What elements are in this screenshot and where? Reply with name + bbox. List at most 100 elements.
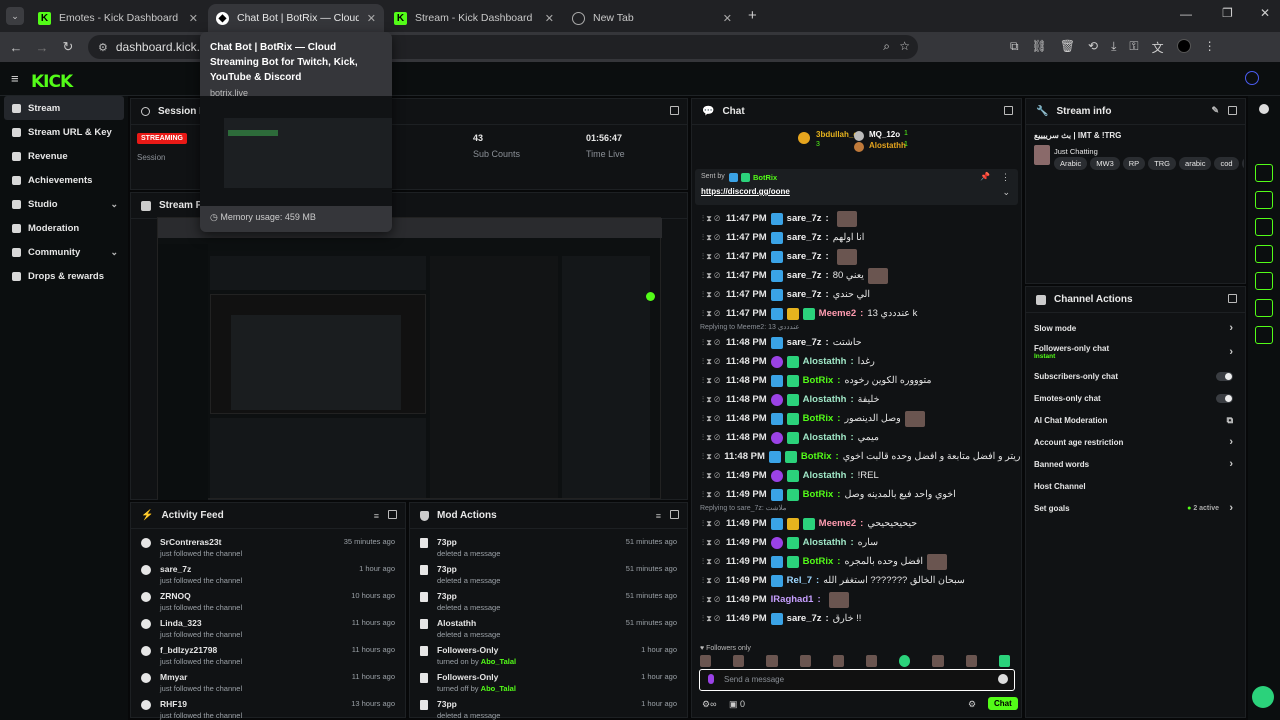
- emote[interactable]: [766, 655, 778, 667]
- message-controls-icon[interactable]: ⫶ ⧗ ⊘: [702, 433, 722, 443]
- pinned-message[interactable]: Sent by BotRix https://discord.gg/oone 📌…: [695, 169, 1018, 205]
- close-tab-icon[interactable]: ✕: [367, 12, 376, 25]
- sidebar-item-achievements[interactable]: Achievements: [0, 168, 128, 192]
- message-username[interactable]: BotRix: [803, 489, 834, 500]
- message-controls-icon[interactable]: ⫶ ⧗ ⊘: [702, 271, 722, 281]
- popout-icon[interactable]: [670, 510, 679, 519]
- feed-username[interactable]: SrContreras23t: [160, 537, 242, 547]
- bookmark-star-icon[interactable]: ☆: [899, 39, 910, 53]
- emote[interactable]: [866, 655, 878, 667]
- feed-username[interactable]: ZRNOQ: [160, 591, 242, 601]
- feed-username[interactable]: 73pp: [437, 564, 500, 574]
- popout-icon[interactable]: [670, 106, 679, 115]
- key-icon[interactable]: ⚿: [1129, 39, 1138, 56]
- bolt-icon[interactable]: [1255, 191, 1273, 209]
- minimize-button[interactable]: —: [1180, 7, 1192, 21]
- feed-username[interactable]: Followers-Only: [437, 672, 516, 682]
- message-controls-icon[interactable]: ⫶ ⧗ ⊘: [702, 614, 722, 624]
- channel-action-account-age-restriction[interactable]: Account age restriction ›: [1026, 431, 1245, 453]
- chat-message[interactable]: ⫶ ⧗ ⊘ 11:48 PM Alostathh: ميمي: [692, 428, 1021, 447]
- chat-message[interactable]: ⫶ ⧗ ⊘ 11:49 PM Alostathh: !REL: [692, 466, 1021, 485]
- channel-action-host-channel[interactable]: Host Channel: [1026, 475, 1245, 497]
- maximize-button[interactable]: ❐: [1222, 6, 1233, 20]
- message-username[interactable]: Alostathh: [803, 356, 847, 367]
- close-tab-icon[interactable]: ✕: [545, 12, 554, 25]
- chat-message[interactable]: ⫶ ⧗ ⊘ 11:47 PM sare_7z: انا اولهم: [692, 228, 1021, 247]
- list-icon[interactable]: [1255, 299, 1273, 317]
- message-controls-icon[interactable]: ⫶ ⧗ ⊘: [702, 214, 722, 224]
- pin-icon[interactable]: 📌: [980, 172, 990, 181]
- close-tab-icon[interactable]: ✕: [189, 12, 198, 25]
- message-username[interactable]: sare_7z: [787, 337, 822, 348]
- sidebar-item-drops-rewards[interactable]: Drops & rewards: [0, 264, 128, 288]
- info-icon[interactable]: [1259, 104, 1269, 114]
- message-username[interactable]: BotRix: [803, 375, 834, 386]
- chat-message[interactable]: ⫶ ⧗ ⊘ 11:48 PM Alostathh: خليفة: [692, 390, 1021, 409]
- by-user[interactable]: Abo_Talal: [481, 657, 516, 666]
- message-controls-icon[interactable]: ⫶ ⧗ ⊘: [702, 595, 722, 605]
- menu-icon[interactable]: ⋮: [1204, 39, 1216, 56]
- channel-action-emotes-only-chat[interactable]: Emotes-only chat: [1026, 387, 1245, 409]
- chat-send-button[interactable]: Chat: [988, 697, 1018, 710]
- message-username[interactable]: BotRix: [803, 413, 834, 424]
- channel-action-banned-words[interactable]: Banned words ›: [1026, 453, 1245, 475]
- sidebar-item-stream[interactable]: Stream: [4, 96, 124, 120]
- emote[interactable]: [899, 655, 911, 667]
- message-controls-icon[interactable]: ⫶ ⧗ ⊘: [702, 357, 722, 367]
- feed-username[interactable]: 73pp: [437, 699, 500, 709]
- emote[interactable]: [965, 655, 977, 667]
- history-icon[interactable]: ⟲: [1088, 39, 1098, 56]
- popout-icon[interactable]: [1004, 106, 1013, 115]
- chat-message[interactable]: ⫶ ⧗ ⊘ 11:49 PM sare_7z: خارق !!: [692, 609, 1021, 628]
- tab-stream[interactable]: K Stream - Kick Dashboard ✕: [386, 4, 562, 32]
- message-controls-icon[interactable]: ⫶ ⧗ ⊘: [702, 538, 722, 548]
- emote[interactable]: [832, 655, 845, 667]
- message-username[interactable]: sare_7z: [787, 289, 822, 300]
- message-controls-icon[interactable]: ⫶ ⧗ ⊘: [702, 452, 720, 462]
- forward-icon[interactable]: →: [29, 40, 55, 55]
- emote[interactable]: [700, 655, 712, 667]
- message-controls-icon[interactable]: ⫶ ⧗ ⊘: [702, 376, 722, 386]
- message-username[interactable]: Alostathh: [803, 394, 847, 405]
- stream-tag[interactable]: RP: [1122, 157, 1146, 170]
- chat-message[interactable]: ⫶ ⧗ ⊘ 11:47 PM sare_7z:: [692, 247, 1021, 266]
- sidebar-item-studio[interactable]: Studio ⌄: [0, 192, 128, 216]
- extensions-icon[interactable]: ⧉: [1010, 39, 1019, 56]
- message-username[interactable]: BotRix: [801, 451, 832, 462]
- chat-message[interactable]: ⫶ ⧗ ⊘ 11:47 PM Meeme2: عندددي 13 k: [692, 304, 1021, 323]
- user-avatar[interactable]: [1245, 71, 1259, 85]
- support-chat-button[interactable]: [1252, 686, 1274, 708]
- channel-action-followers-only-chat[interactable]: Followers-only chat Instant ›: [1026, 339, 1245, 365]
- message-controls-icon[interactable]: ⫶ ⧗ ⊘: [702, 233, 722, 243]
- stream-tag[interactable]: TRG: [1148, 157, 1177, 170]
- download-icon[interactable]: ⤓: [1111, 39, 1116, 56]
- channel-action-subscribers-only-chat[interactable]: Subscribers-only chat: [1026, 365, 1245, 387]
- message-controls-icon[interactable]: ⫶ ⧗ ⊘: [702, 252, 722, 262]
- message-username[interactable]: Alostathh: [803, 470, 847, 481]
- chat-icon[interactable]: [1255, 245, 1273, 263]
- message-controls-icon[interactable]: ⫶ ⧗ ⊘: [702, 519, 722, 529]
- stream-tag[interactable]: Arabic: [1054, 157, 1088, 170]
- sidebar-item-community[interactable]: Community ⌄: [0, 240, 128, 264]
- feed-username[interactable]: Alostathh: [437, 618, 500, 628]
- emote[interactable]: [733, 655, 745, 667]
- feed-username[interactable]: Followers-Only: [437, 645, 516, 655]
- chat-message[interactable]: ⫶ ⧗ ⊘ 11:48 PM BotRix: وصل الدينصور: [692, 409, 1021, 428]
- feed-username[interactable]: Linda_323: [160, 618, 242, 628]
- chat-message[interactable]: ⫶ ⧗ ⊘ 11:49 PM IRaghad1:: [692, 590, 1021, 609]
- message-username[interactable]: Alostathh: [803, 432, 847, 443]
- stream-tag[interactable]: arabic: [1179, 157, 1212, 170]
- message-username[interactable]: Alostathh: [803, 537, 847, 548]
- trash-icon[interactable]: 🗑: [1060, 39, 1075, 56]
- channel-action-ai-chat-moderation[interactable]: AI Chat Moderation ⧉: [1026, 409, 1245, 431]
- message-controls-icon[interactable]: ⫶ ⧗ ⊘: [702, 338, 722, 348]
- sidebar-item-revenue[interactable]: Revenue: [0, 144, 128, 168]
- site-info-icon[interactable]: ⚙: [98, 41, 108, 54]
- sidebar-item-stream-url-key[interactable]: Stream URL & Key: [0, 120, 128, 144]
- emote[interactable]: [932, 655, 944, 667]
- toggle-switch[interactable]: [1216, 393, 1233, 403]
- popout-icon[interactable]: [1228, 106, 1237, 115]
- new-tab-button[interactable]: +: [748, 7, 757, 24]
- emoji-icon[interactable]: [998, 674, 1008, 684]
- chevron-down-icon[interactable]: ⌄: [110, 199, 118, 210]
